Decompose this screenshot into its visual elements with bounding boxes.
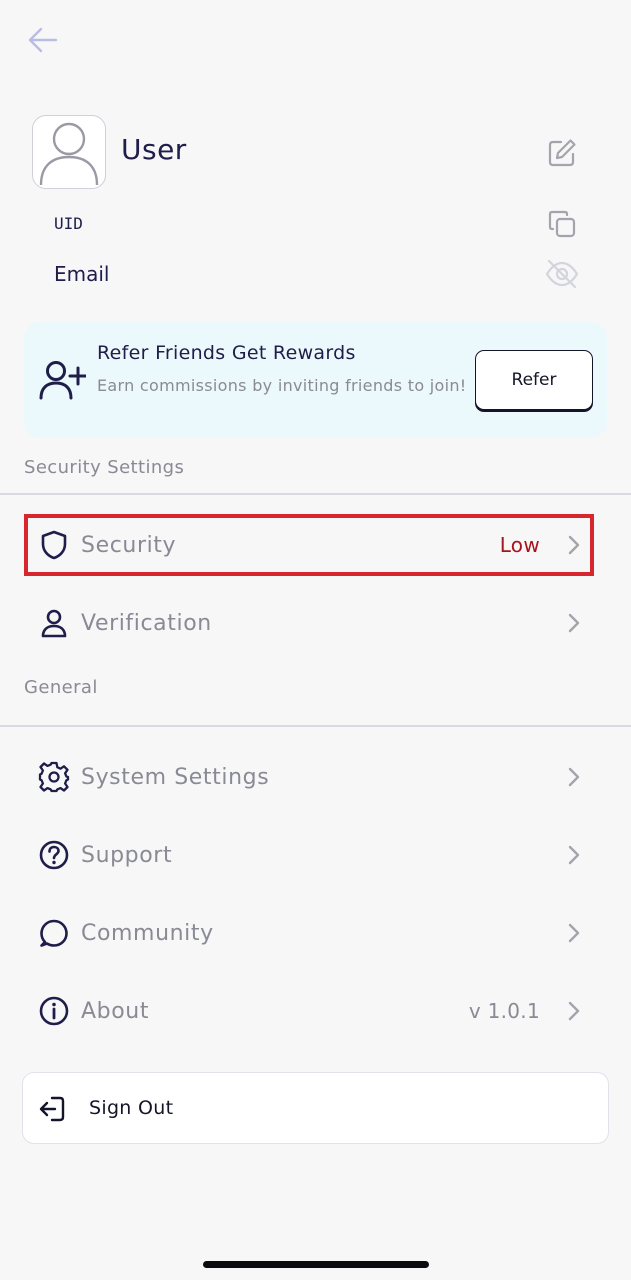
refer-description: Earn commissions by inviting friends to … — [97, 376, 467, 395]
chevron-right-icon — [562, 533, 586, 557]
sign-out-button[interactable]: Sign Out — [22, 1072, 609, 1144]
section-title-security-settings: Security Settings — [24, 457, 185, 478]
section-title-general: General — [24, 677, 98, 698]
menu-item-label: Verification — [81, 610, 212, 636]
gear-icon — [38, 761, 70, 793]
app-version-value: v 1.0.1 — [468, 999, 540, 1023]
menu-item-label: Security — [81, 532, 177, 558]
user-name: User — [121, 133, 187, 166]
copy-icon — [548, 210, 576, 238]
menu-item-support[interactable]: Support — [24, 824, 594, 886]
chevron-right-icon — [562, 611, 586, 635]
user-placeholder-icon — [39, 122, 99, 186]
chevron-right-icon — [562, 843, 586, 867]
avatar[interactable] — [32, 115, 106, 189]
eye-off-icon — [545, 259, 579, 289]
info-icon — [38, 995, 70, 1027]
copy-uid-button[interactable] — [544, 207, 580, 241]
chat-bubble-icon — [38, 917, 70, 949]
user-plus-icon — [38, 358, 86, 402]
help-circle-icon — [38, 839, 70, 871]
uid-label: UID — [54, 214, 83, 233]
menu-item-security[interactable]: Security Low — [24, 514, 594, 576]
menu-item-label: System Settings — [81, 764, 270, 790]
menu-item-label: Community — [81, 920, 214, 946]
menu-item-community[interactable]: Community — [24, 902, 594, 964]
arrow-left-icon — [28, 27, 58, 53]
security-level-value: Low — [499, 533, 540, 557]
user-icon — [38, 607, 70, 639]
menu-item-system-settings[interactable]: System Settings — [24, 746, 594, 808]
home-indicator[interactable] — [203, 1261, 429, 1268]
shield-icon — [38, 529, 70, 561]
refer-button[interactable]: Refer — [475, 350, 593, 410]
chevron-right-icon — [562, 999, 586, 1023]
menu-item-about[interactable]: About v 1.0.1 — [24, 980, 594, 1042]
sign-out-icon — [37, 1094, 67, 1124]
toggle-email-visibility-button[interactable] — [542, 256, 582, 292]
chevron-right-icon — [562, 765, 586, 789]
menu-item-label: About — [81, 998, 150, 1024]
menu-item-label: Support — [81, 842, 173, 868]
menu-item-verification[interactable]: Verification — [24, 592, 594, 654]
email-label: Email — [54, 262, 110, 286]
divider — [0, 725, 631, 727]
chevron-right-icon — [562, 921, 586, 945]
back-button[interactable] — [22, 22, 62, 58]
refer-title: Refer Friends Get Rewards — [97, 342, 356, 364]
refer-card: Refer Friends Get Rewards Earn commissio… — [24, 322, 607, 438]
edit-icon — [548, 139, 576, 167]
sign-out-label: Sign Out — [89, 1097, 174, 1119]
edit-profile-button[interactable] — [544, 136, 580, 170]
divider — [0, 493, 631, 495]
